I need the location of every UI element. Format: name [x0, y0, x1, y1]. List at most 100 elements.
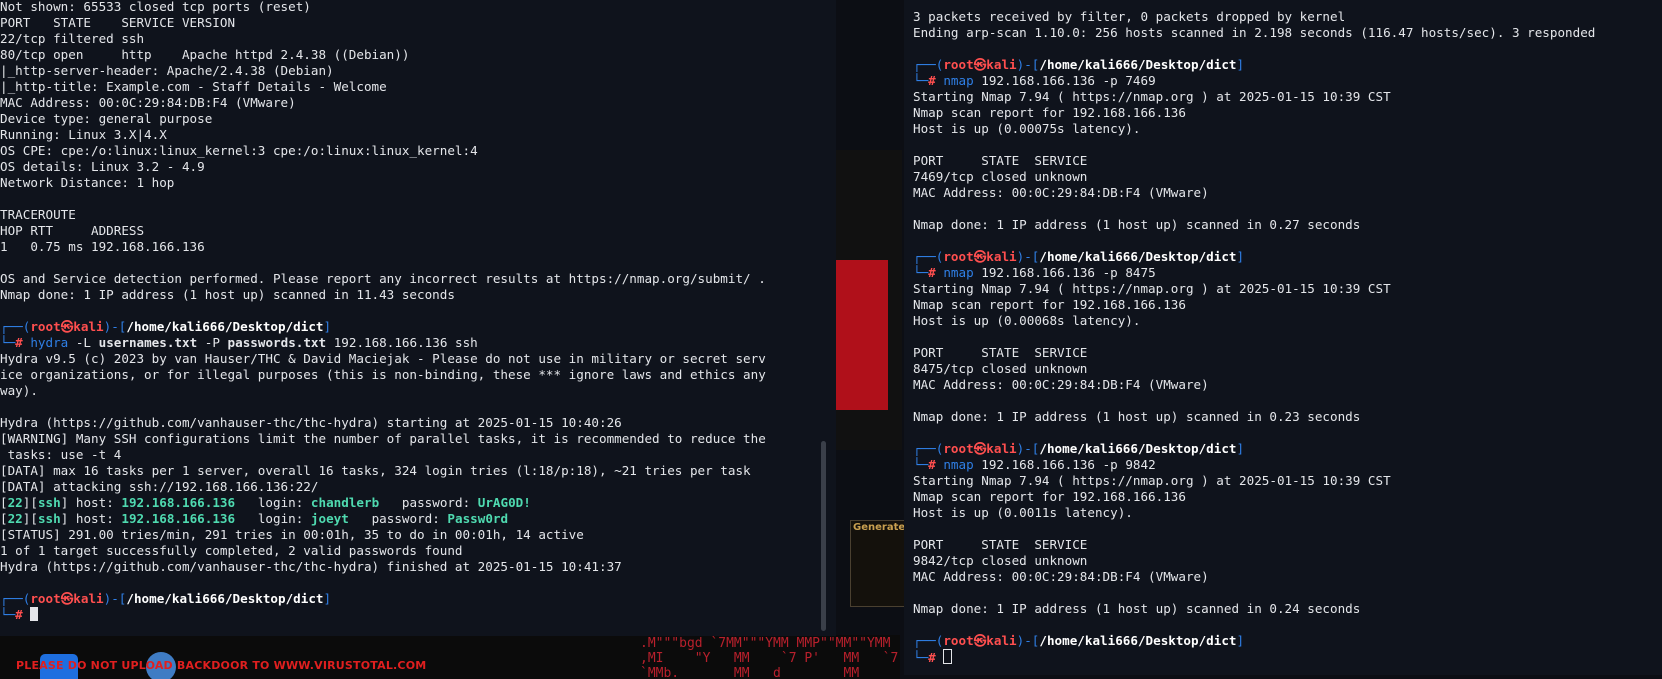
terminal-text: ][	[22, 495, 38, 510]
command-arg: -P	[197, 335, 228, 350]
command-line: └─#	[0, 607, 766, 623]
prompt-line: ┌──(root㉿kali)-[/home/kali666/Desktop/di…	[913, 633, 1595, 649]
terminal-line: Host is up (0.00068s latency).	[913, 313, 1141, 328]
terminal-output: Not shown: 65533 closed tcp ports (reset…	[0, 0, 766, 623]
found-port: 22	[7, 495, 23, 510]
prompt-bracket: ┌──(	[913, 633, 944, 648]
command-line: └─# nmap 192.168.166.136 -p 8475	[913, 265, 1595, 281]
generator-panel	[850, 520, 912, 607]
terminal-line: PORT STATE SERVICE	[913, 345, 1088, 360]
terminal-line: Hydra (https://github.com/vanhauser-thc/…	[0, 559, 622, 574]
prompt-host: kali	[73, 319, 104, 334]
prompt-hash: #	[928, 650, 944, 665]
terminal-window-right[interactable]: 3 packets received by filter, 0 packets …	[904, 0, 1662, 675]
terminal-line: Ending arp-scan 1.10.0: 256 hosts scanne…	[913, 25, 1596, 40]
prompt-bracket: ]	[1236, 249, 1245, 264]
terminal-text: ][	[22, 511, 38, 526]
command-arg: -L	[68, 335, 99, 350]
found-service: ssh	[37, 511, 61, 526]
prompt-bracket: ]	[323, 591, 332, 606]
terminal-line: HOP RTT ADDRESS	[0, 223, 145, 238]
prompt-path: /home/kali666/Desktop/dict	[1039, 57, 1237, 72]
terminal-cursor[interactable]	[943, 649, 953, 664]
prompt-hash: #	[15, 335, 31, 350]
terminal-line: |_http-title: Example.com - Staff Detail…	[0, 79, 387, 94]
prompt-bracket: ┌──(	[0, 591, 31, 606]
prompt-hash: #	[15, 607, 31, 622]
prompt-line: ┌──(root㉿kali)-[/home/kali666/Desktop/di…	[0, 319, 766, 335]
prompt-bracket: └─	[913, 650, 929, 665]
prompt-bracket: )-[	[103, 319, 127, 334]
prompt-separator: ㉿	[973, 249, 987, 264]
terminal-line: OS and Service detection performed. Plea…	[0, 271, 766, 286]
terminal-window-left[interactable]: Not shown: 65533 closed tcp ports (reset…	[0, 0, 836, 636]
terminal-line: Nmap done: 1 IP address (1 host up) scan…	[913, 409, 1361, 424]
prompt-user: root	[943, 441, 974, 456]
prompt-user: root	[30, 319, 61, 334]
terminal-line: Starting Nmap 7.94 ( https://nmap.org ) …	[913, 89, 1391, 104]
terminal-line: 9842/tcp closed unknown	[913, 553, 1088, 568]
terminal-line: PORT STATE SERVICE	[913, 153, 1088, 168]
terminal-line: 7469/tcp closed unknown	[913, 169, 1088, 184]
command-line: └─# nmap 192.168.166.136 -p 9842	[913, 457, 1595, 473]
prompt-host: kali	[986, 441, 1017, 456]
terminal-line: PORT STATE SERVICE	[913, 537, 1088, 552]
command-line: └─# nmap 192.168.166.136 -p 7469	[913, 73, 1595, 89]
found-service: ssh	[37, 495, 61, 510]
command-line: └─# hydra -L usernames.txt -P passwords.…	[0, 335, 766, 351]
command-args: 192.168.166.136 -p 9842	[973, 457, 1156, 472]
found-password: Passw0rd	[447, 511, 509, 526]
prompt-user: root	[943, 633, 974, 648]
terminal-line: Nmap scan report for 192.168.166.136	[913, 297, 1186, 312]
prompt-user: root	[30, 591, 61, 606]
terminal-line: Starting Nmap 7.94 ( https://nmap.org ) …	[913, 281, 1391, 296]
prompt-bracket: )-[	[1016, 441, 1040, 456]
terminal-scrollbar[interactable]	[821, 441, 826, 631]
found-password: UrAG0D!	[477, 495, 531, 510]
hydra-found-credential: [22][ssh] host: 192.168.166.136 login: j…	[0, 511, 766, 527]
prompt-path: /home/kali666/Desktop/dict	[126, 591, 324, 606]
prompt-user: root	[943, 249, 974, 264]
prompt-bracket: └─	[913, 265, 929, 280]
terminal-line: [DATA] attacking ssh://192.168.166.136:2…	[0, 479, 319, 494]
command-arg: 192.168.166.136 ssh	[326, 335, 478, 350]
prompt-path: /home/kali666/Desktop/dict	[1039, 633, 1237, 648]
command-line: └─#	[913, 649, 1595, 665]
prompt-path: /home/kali666/Desktop/dict	[1039, 441, 1237, 456]
prompt-bracket: ]	[323, 319, 332, 334]
terminal-line: [STATUS] 291.00 tries/min, 291 tries in …	[0, 527, 584, 542]
found-port: 22	[7, 511, 23, 526]
prompt-separator: ㉿	[60, 319, 74, 334]
found-host: 192.168.166.136	[121, 511, 236, 526]
terminal-line: way).	[0, 383, 38, 398]
terminal-line: Hydra v9.5 (c) 2023 by van Hauser/THC & …	[0, 351, 766, 366]
terminal-line: Nmap done: 1 IP address (1 host up) scan…	[913, 217, 1361, 232]
command-name: hydra	[30, 335, 69, 350]
prompt-line: ┌──(root㉿kali)-[/home/kali666/Desktop/di…	[0, 591, 766, 607]
prompt-bracket: └─	[913, 73, 929, 88]
prompt-bracket: └─	[0, 335, 16, 350]
terminal-text: [	[0, 511, 8, 526]
hydra-found-credential: [22][ssh] host: 192.168.166.136 login: c…	[0, 495, 766, 511]
kali-logo-red-mark	[836, 260, 888, 410]
terminal-line: Running: Linux 3.X|4.X	[0, 127, 167, 142]
terminal-line: OS details: Linux 3.2 - 4.9	[0, 159, 205, 174]
terminal-line: 1 0.75 ms 192.168.166.136	[0, 239, 205, 254]
found-login-label: login:	[235, 511, 311, 526]
prompt-bracket: ]	[1236, 633, 1245, 648]
prompt-user: root	[943, 57, 974, 72]
command-name: nmap	[943, 73, 974, 88]
terminal-output: 3 packets received by filter, 0 packets …	[913, 9, 1595, 665]
terminal-cursor[interactable]	[30, 607, 39, 621]
